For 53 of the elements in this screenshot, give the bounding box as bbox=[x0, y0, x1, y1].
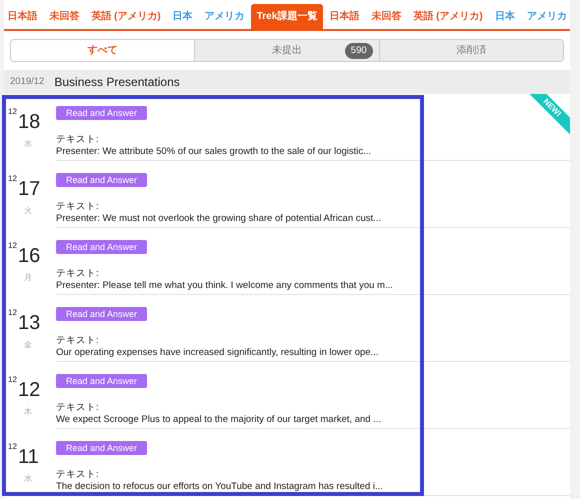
tab[interactable]: 英語 (アメリカ) bbox=[85, 4, 167, 29]
month-label: 12 bbox=[8, 173, 17, 185]
day-number: 12 bbox=[18, 380, 40, 400]
tab[interactable]: アメリカ bbox=[520, 4, 573, 29]
section-title: Business Presentations bbox=[54, 74, 180, 91]
filter-tab[interactable]: すべて bbox=[11, 40, 196, 61]
category-tag: Read and Answer bbox=[56, 173, 148, 187]
count-badge: 590 bbox=[344, 43, 373, 60]
day-number: 13 bbox=[18, 313, 40, 333]
section-period: 2019/12 bbox=[10, 74, 44, 89]
category-tag: Read and Answer bbox=[56, 240, 148, 254]
tab[interactable]: アメリカ bbox=[198, 4, 251, 29]
text-label: テキスト: bbox=[56, 469, 100, 481]
weekday-label: 金 bbox=[24, 339, 32, 351]
text-excerpt[interactable]: Our operating expenses have increased significantly, resulting in lower ope... bbox=[56, 347, 570, 359]
filter-tab[interactable]: 未提出 590 bbox=[195, 40, 380, 61]
weekday-label: 水 bbox=[24, 473, 32, 485]
tab[interactable]: 英語 (アメリカ) bbox=[407, 4, 489, 29]
day-number: 16 bbox=[18, 246, 40, 266]
weekday-label: 木 bbox=[24, 406, 32, 418]
text-excerpt[interactable]: The decision to refocus our efforts on YouTube and Instagram has resulted i... bbox=[56, 481, 570, 493]
tab[interactable]: 未回答 bbox=[365, 4, 408, 29]
text-excerpt[interactable]: We expect Scrooge Plus to appeal to the majority of our target market, and ... bbox=[56, 414, 570, 426]
day-number: 17 bbox=[18, 179, 40, 199]
text-label: テキスト: bbox=[56, 201, 100, 213]
tab[interactable]: 日本語 bbox=[1, 4, 44, 29]
text-label: テキスト: bbox=[56, 402, 100, 414]
text-excerpt[interactable]: Presenter: Please tell me what you think. I welcome any comments that you m... bbox=[56, 280, 570, 292]
month-label: 12 bbox=[8, 240, 17, 252]
tab[interactable]: 日本 bbox=[488, 4, 521, 29]
filter-tab[interactable]: 添削済 bbox=[380, 40, 563, 61]
text-label: テキスト: bbox=[56, 134, 100, 146]
weekday-label: 月 bbox=[24, 272, 32, 284]
month-label: 12 bbox=[8, 106, 17, 118]
tab[interactable]: 日本 bbox=[166, 4, 199, 29]
category-tag: Read and Answer bbox=[56, 307, 148, 321]
month-label: 12 bbox=[8, 307, 17, 319]
category-tag: Read and Answer bbox=[56, 374, 148, 388]
tab[interactable]: Trek課題一覧 bbox=[250, 4, 324, 29]
day-number: 11 bbox=[18, 447, 39, 467]
tab[interactable]: 日本語 bbox=[323, 4, 366, 29]
text-label: テキスト: bbox=[56, 335, 100, 347]
month-label: 12 bbox=[8, 441, 17, 453]
category-tag: Read and Answer bbox=[56, 441, 148, 455]
tab[interactable]: 未回答 bbox=[43, 4, 86, 29]
text-excerpt[interactable]: Presenter: We attribute 50% of our sales growth to the sale of our logistic... bbox=[56, 146, 570, 158]
text-excerpt[interactable]: Presenter: We must not overlook the growing share of potential African cust... bbox=[56, 213, 570, 225]
weekday-label: 水 bbox=[24, 138, 32, 150]
month-label: 12 bbox=[8, 374, 17, 386]
text-label: テキスト: bbox=[56, 268, 100, 280]
weekday-label: 火 bbox=[24, 205, 32, 217]
category-tag: Read and Answer bbox=[56, 106, 148, 120]
day-number: 18 bbox=[18, 112, 40, 132]
